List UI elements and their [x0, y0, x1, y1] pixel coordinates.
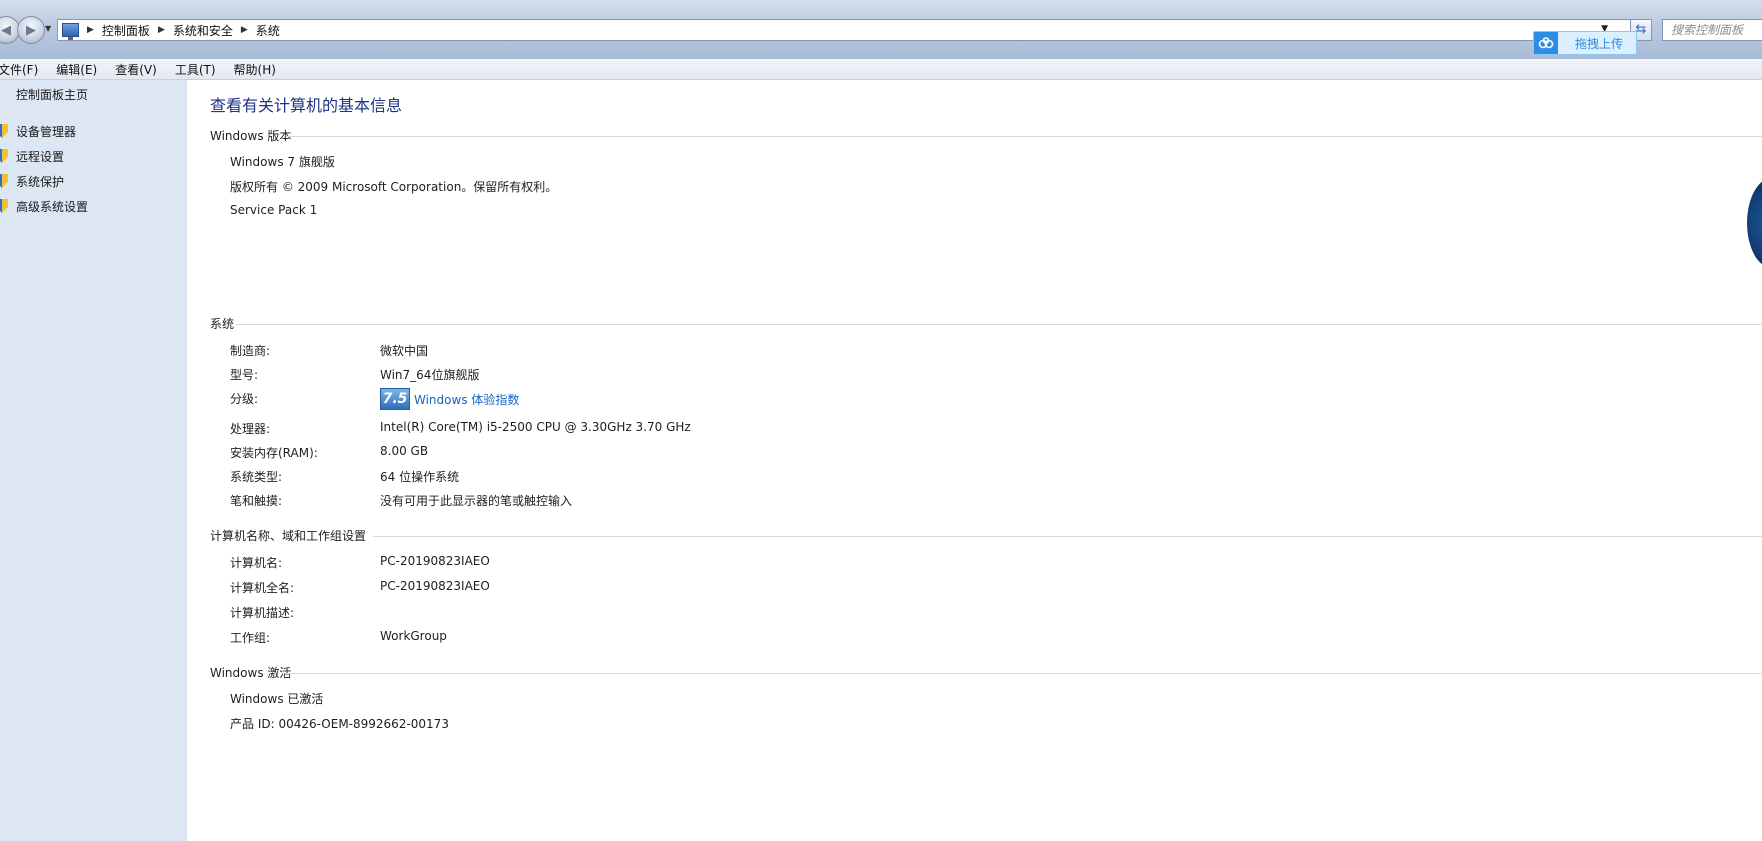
rating-label: 分级: — [230, 392, 259, 406]
breadcrumb-separator-icon[interactable]: ▶ — [241, 25, 248, 35]
full-computer-name-label: 计算机全名: — [230, 581, 295, 595]
menu-tools[interactable]: 工具(T) — [175, 61, 216, 78]
main-content: 查看有关计算机的基本信息 Windows 版本 Windows 7 旗舰版 版权… — [187, 80, 1762, 841]
section-heading-computer-name: 计算机名称、域和工作组设置 — [210, 529, 367, 543]
section-heading-windows-edition: Windows 版本 — [210, 129, 292, 143]
section-heading-activation: Windows 激活 — [210, 666, 292, 680]
sidebar-item-advanced-settings[interactable]: 高级系统设置 — [0, 197, 88, 215]
address-field[interactable]: ▶ 控制面板 ▶ 系统和安全 ▶ 系统 ▼ — [57, 19, 1635, 41]
shield-icon — [0, 149, 8, 163]
menu-edit[interactable]: 编辑(E) — [56, 61, 97, 78]
manufacturer-value: 微软中国 — [380, 344, 429, 358]
workgroup-value: WorkGroup — [380, 629, 447, 643]
product-id: 产品 ID: 00426-OEM-8992662-00173 — [230, 717, 449, 731]
activation-status: Windows 已激活 — [230, 692, 324, 706]
sidebar-item-system-protection[interactable]: 系统保护 — [0, 172, 64, 190]
section-divider — [373, 536, 1762, 537]
service-pack-text: Service Pack 1 — [230, 203, 318, 217]
sidebar-item-label: 系统保护 — [16, 174, 65, 189]
full-computer-name-value: PC-20190823IAEO — [380, 579, 490, 593]
sidebar-item-label: 设备管理器 — [16, 124, 77, 139]
cloud-upload-icon — [1534, 32, 1558, 54]
windows-edition-value: Windows 7 旗舰版 — [230, 155, 335, 169]
back-arrow-icon: ◀ — [1, 22, 11, 38]
sidebar: 控制面板主页 设备管理器 远程设置 系统保护 高级系统设置 — [0, 80, 187, 841]
processor-value: Intel(R) Core(TM) i5-2500 CPU @ 3.30GHz … — [380, 420, 691, 434]
shield-icon — [0, 124, 8, 138]
copyright-text: 版权所有 © 2009 Microsoft Corporation。保留所有权利… — [230, 180, 558, 194]
shield-icon — [0, 174, 8, 188]
model-label: 型号: — [230, 368, 259, 382]
page-title: 查看有关计算机的基本信息 — [210, 96, 403, 115]
menu-bar: 文件(F) 编辑(E) 查看(V) 工具(T) 帮助(H) — [0, 59, 1762, 80]
breadcrumb-control-panel[interactable]: 控制面板 — [102, 22, 150, 39]
ram-label: 安装内存(RAM): — [230, 446, 318, 460]
ram-value: 8.00 GB — [380, 444, 429, 458]
processor-label: 处理器: — [230, 422, 271, 436]
sidebar-item-device-manager[interactable]: 设备管理器 — [0, 122, 76, 140]
system-type-value: 64 位操作系统 — [380, 470, 460, 484]
computer-name-value: PC-20190823IAEO — [380, 554, 490, 568]
forward-button[interactable]: ▶ — [17, 16, 45, 44]
forward-arrow-icon: ▶ — [26, 22, 36, 38]
sidebar-item-remote-settings[interactable]: 远程设置 — [0, 147, 64, 165]
experience-index-badge[interactable]: 7.5 — [380, 388, 410, 410]
breadcrumb-separator-icon[interactable]: ▶ — [87, 25, 94, 35]
sidebar-item-label: 高级系统设置 — [16, 199, 89, 214]
experience-index-link[interactable]: Windows 体验指数 — [414, 393, 519, 407]
workgroup-label: 工作组: — [230, 631, 271, 645]
section-divider — [287, 136, 1762, 137]
address-bar: ◀ ▶ ▼ ▶ 控制面板 ▶ 系统和安全 ▶ 系统 ▼ ⇆ 搜索控制面板 拖拽上… — [0, 0, 1762, 60]
computer-description-label: 计算机描述: — [230, 606, 295, 620]
model-value: Win7_64位旗舰版 — [380, 368, 480, 382]
breadcrumb-system[interactable]: 系统 — [256, 22, 280, 39]
recent-pages-dropdown-icon[interactable]: ▼ — [45, 24, 51, 33]
menu-file[interactable]: 文件(F) — [0, 61, 38, 78]
pen-touch-value: 没有可用于此显示器的笔或触控输入 — [380, 494, 573, 508]
rating-value: 7.5 Windows 体验指数 — [380, 388, 519, 410]
control-panel-icon — [62, 23, 79, 40]
sidebar-home-link[interactable]: 控制面板主页 — [16, 86, 88, 103]
manufacturer-label: 制造商: — [230, 344, 271, 358]
refresh-icon: ⇆ — [1635, 22, 1647, 37]
upload-label: 拖拽上传 — [1575, 36, 1624, 51]
upload-widget[interactable]: 拖拽上传 — [1533, 31, 1637, 55]
sidebar-item-label: 远程设置 — [16, 149, 65, 164]
computer-name-label: 计算机名: — [230, 556, 283, 570]
section-heading-system: 系统 — [210, 317, 235, 331]
menu-help[interactable]: 帮助(H) — [234, 61, 276, 78]
breadcrumb-separator-icon[interactable]: ▶ — [158, 25, 165, 35]
section-divider — [285, 673, 1762, 674]
system-type-label: 系统类型: — [230, 470, 283, 484]
menu-view[interactable]: 查看(V) — [115, 61, 157, 78]
shield-icon — [0, 199, 8, 213]
search-input[interactable]: 搜索控制面板 — [1662, 19, 1762, 41]
section-divider — [236, 324, 1762, 325]
breadcrumb-system-security[interactable]: 系统和安全 — [173, 22, 233, 39]
pen-touch-label: 笔和触摸: — [230, 494, 283, 508]
